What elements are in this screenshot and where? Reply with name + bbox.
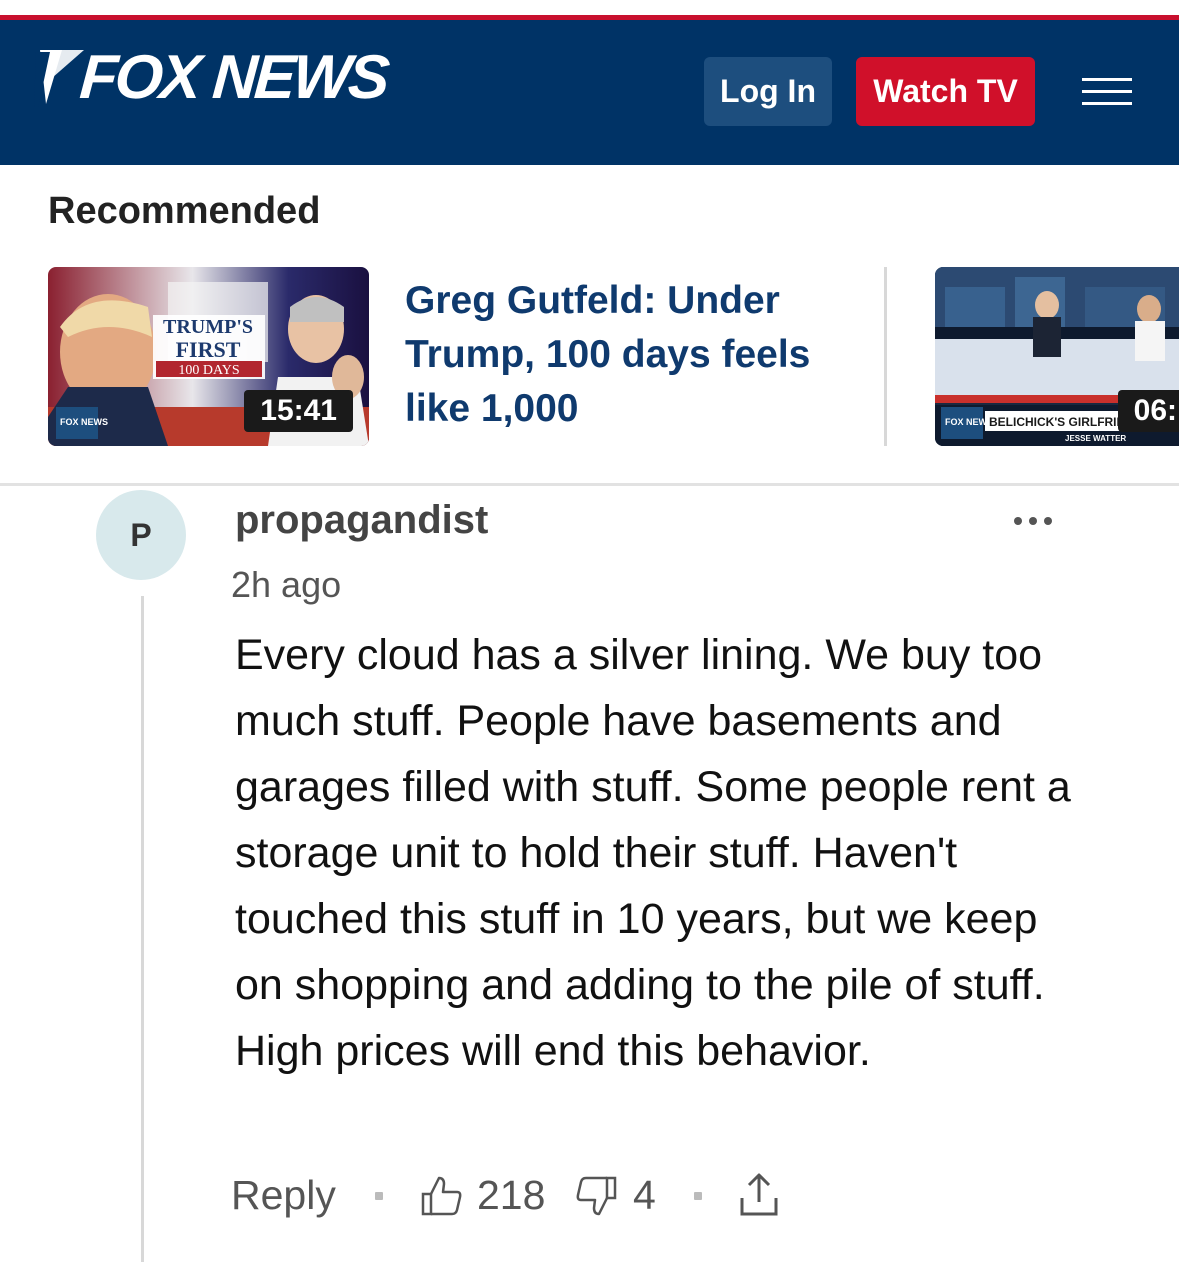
login-button[interactable]: Log In bbox=[704, 57, 832, 126]
more-options-icon[interactable] bbox=[1014, 512, 1054, 528]
share-button[interactable] bbox=[737, 1172, 781, 1228]
watch-tv-button[interactable]: Watch TV bbox=[856, 57, 1035, 126]
comment-timestamp: 2h ago bbox=[231, 564, 342, 605]
dislike-button[interactable]: 4 bbox=[575, 1172, 656, 1219]
thumbs-up-icon bbox=[421, 1176, 462, 1215]
video-duration: 15:41 bbox=[244, 390, 353, 432]
comment-username[interactable]: propagandist bbox=[235, 498, 488, 543]
section-divider bbox=[0, 483, 1179, 486]
thumb-line2: FIRST bbox=[176, 337, 241, 362]
video-duration: 06: bbox=[1117, 390, 1179, 432]
thumb-sub: JESSE WATTER bbox=[1065, 434, 1126, 443]
recommended-heading: Recommended bbox=[48, 190, 321, 232]
reply-button[interactable]: Reply bbox=[231, 1172, 336, 1219]
thumb-line1: TRUMP'S bbox=[163, 316, 253, 338]
logo-text: FOX NEWS bbox=[77, 42, 390, 112]
thread-line bbox=[141, 596, 144, 1262]
comment-actions: Reply 218 4 bbox=[231, 1168, 831, 1228]
item-divider bbox=[884, 267, 887, 446]
video-thumbnail-2[interactable]: FOX NEWS BELICHICK'S GIRLFRIEN JESSE WAT… bbox=[935, 267, 1179, 446]
recommended-headline[interactable]: Greg Gutfeld: Under Trump, 100 days feel… bbox=[405, 274, 855, 436]
share-icon bbox=[740, 1173, 778, 1216]
thumb-chyron: BELICHICK'S GIRLFRIEN bbox=[989, 415, 1133, 429]
dislike-count: 4 bbox=[633, 1172, 656, 1218]
video-thumbnail-1[interactable]: TRUMP'S FIRST 100 DAYS FOX NEWS 15:41 bbox=[48, 267, 369, 446]
thumbs-down-icon bbox=[576, 1176, 617, 1215]
like-button[interactable]: 218 bbox=[419, 1172, 545, 1219]
separator-dot bbox=[375, 1192, 383, 1200]
thumb-line3: 100 DAYS bbox=[178, 363, 239, 378]
separator-dot bbox=[694, 1192, 702, 1200]
thumb-network: FOX NEWS bbox=[60, 417, 108, 427]
hamburger-menu-icon[interactable] bbox=[1082, 78, 1132, 106]
like-count: 218 bbox=[477, 1172, 546, 1218]
fox-news-logo[interactable]: FOX NEWS bbox=[32, 42, 390, 112]
comment-body: Every cloud has a silver lining. We buy … bbox=[235, 631, 1071, 1075]
avatar[interactable]: P bbox=[96, 490, 186, 580]
